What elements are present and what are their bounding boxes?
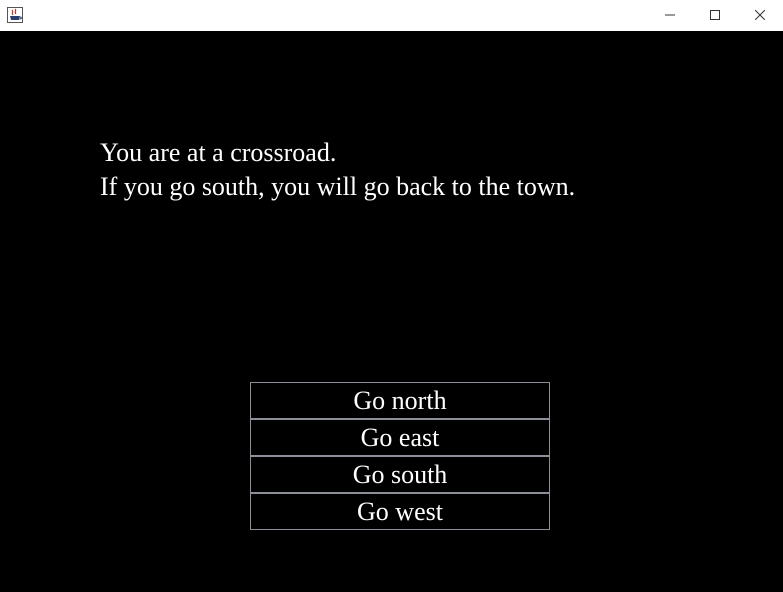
close-button[interactable] (737, 0, 783, 31)
story-line: If you go south, you will go back to the… (100, 172, 576, 201)
close-icon (754, 7, 766, 25)
go-east-button[interactable]: Go east (250, 419, 550, 456)
java-app-icon (7, 7, 23, 23)
go-south-button[interactable]: Go south (250, 456, 550, 493)
story-text: You are at a crossroad. If you go south,… (100, 136, 700, 204)
minimize-icon (665, 7, 675, 25)
choice-buttons: Go north Go east Go south Go west (250, 382, 550, 530)
go-west-button[interactable]: Go west (250, 493, 550, 530)
story-line: You are at a crossroad. (100, 138, 337, 167)
maximize-button[interactable] (692, 0, 738, 31)
app-window: You are at a crossroad. If you go south,… (0, 0, 783, 592)
go-north-button[interactable]: Go north (250, 382, 550, 419)
minimize-button[interactable] (647, 0, 693, 31)
maximize-icon (710, 7, 720, 25)
title-bar[interactable] (0, 0, 783, 32)
game-panel: You are at a crossroad. If you go south,… (0, 31, 783, 592)
